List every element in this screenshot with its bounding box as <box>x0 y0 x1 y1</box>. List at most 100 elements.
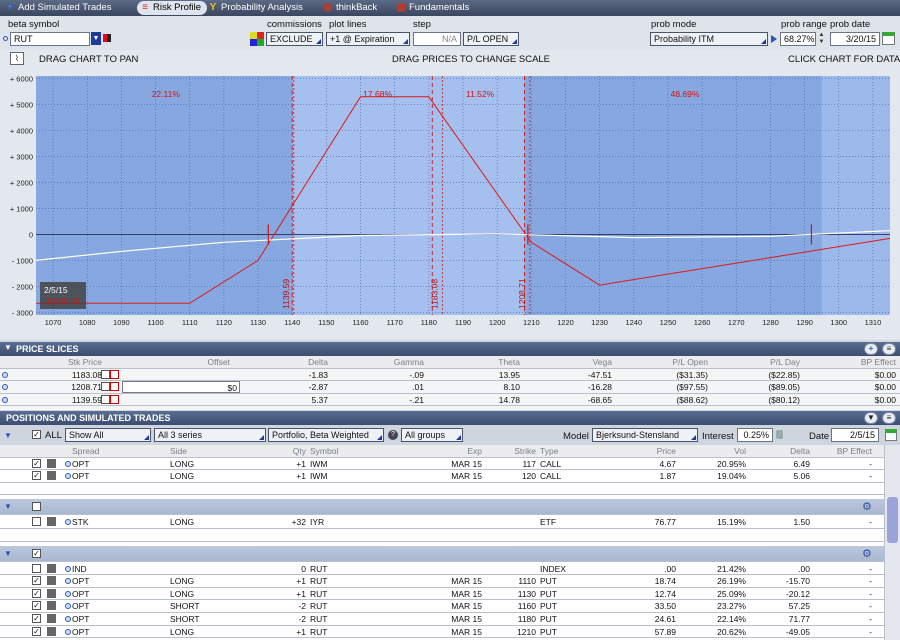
table-cell: 19.04% <box>717 471 746 482</box>
row-color-square[interactable] <box>47 563 56 573</box>
prob-range-stepper[interactable]: ▲ ▼ <box>817 32 826 46</box>
prob-range-input[interactable]: 68.27% <box>780 32 816 46</box>
slice-lock-icon[interactable] <box>101 369 110 379</box>
toolbar-button-risk-profile[interactable]: ≡ Risk Profile <box>137 1 208 15</box>
collapse-icon[interactable]: ▼ <box>4 499 12 515</box>
toolbar-button-probability-analysis[interactable]: Y Probability Analysis <box>205 1 309 15</box>
group-checkbox[interactable]: ✓ <box>32 548 41 558</box>
groups-filter-dropdown[interactable]: All groups <box>401 428 463 442</box>
row-color-square[interactable] <box>47 576 56 586</box>
link-dot-icon[interactable] <box>2 371 8 378</box>
row-checkbox[interactable]: ✓ <box>32 614 41 623</box>
table-row[interactable]: STK LONG +32 IYR ETF 76.77 15.19% 1.50 - <box>0 516 884 529</box>
series-filter-dropdown[interactable]: All 3 series <box>154 428 266 442</box>
table-row[interactable]: IND 0 RUT INDEX .00 21.42% .00 - <box>0 563 884 576</box>
toolbar-button-thinkback[interactable]: ◉ thinkBack <box>320 1 383 15</box>
collapse-icon[interactable]: ▼ <box>4 431 12 440</box>
plot-lines-dropdown[interactable]: +1 @ Expiration <box>326 32 410 46</box>
link-dot-icon[interactable] <box>2 396 8 403</box>
interest-input[interactable]: 0.25% <box>737 428 773 442</box>
row-checkbox[interactable]: ✓ <box>32 601 41 611</box>
beta-symbol-input[interactable]: RUT <box>10 32 90 46</box>
row-color-square[interactable] <box>47 601 56 611</box>
link-dot-icon[interactable] <box>65 628 71 635</box>
step-input[interactable]: N/A <box>413 32 461 46</box>
table-row[interactable]: ✓ OPT SHORT -2 RUT MAR 15 1180 PUT 24.61 22.14% 71… <box>0 613 884 626</box>
link-dot-icon[interactable] <box>65 590 71 597</box>
row-color-square[interactable] <box>47 517 56 527</box>
collapse-icon[interactable]: ▼ <box>4 546 12 562</box>
link-dot-icon[interactable] <box>65 519 71 526</box>
row-checkbox[interactable]: ✓ <box>32 626 41 636</box>
positions-scrollbar[interactable] <box>884 445 900 640</box>
table-row[interactable]: ✓ OPT LONG +1 RUT MAR 15 1110 PUT 18.74 26.19% -15… <box>0 575 884 588</box>
link-dot-icon[interactable] <box>65 603 71 610</box>
row-checkbox[interactable]: ✓ <box>32 588 41 598</box>
slice-color-icon[interactable] <box>110 369 119 379</box>
symbol-dropdown-icon[interactable]: ▼ <box>91 32 101 45</box>
row-checkbox[interactable]: ✓ <box>32 471 41 481</box>
link-dot-icon[interactable] <box>65 616 71 622</box>
info-icon[interactable]: ? <box>388 430 398 440</box>
portfolio-mode-dropdown[interactable]: Portfolio, Beta Weighted <box>268 428 384 442</box>
group-header[interactable]: ▼ ✓ ⚙ <box>0 545 884 562</box>
select-all-checkbox[interactable]: ✓ <box>32 430 41 439</box>
positions-menu-button[interactable]: ≡ <box>882 412 896 424</box>
date-label: Date <box>809 431 830 442</box>
price-slice-row[interactable]: 1208.71 $0 -2.87 .01 8.10 -16.28 ($97.55) ($89.… <box>0 381 900 394</box>
table-row[interactable]: ✓ OPT LONG +1 RUT MAR 15 1210 PUT 57.89 20.62% -49… <box>0 626 884 639</box>
price-slice-row[interactable]: 1183.08 -1.83 -.09 13.95 -47.51 ($31.35) ($22.… <box>0 369 900 382</box>
toolbar-button-add-simulated-trades[interactable]: + Add Simulated Trades <box>2 1 117 15</box>
date-input[interactable]: 2/5/15 <box>831 428 879 442</box>
risk-profile-chart-area[interactable]: 1070 1080 1090 1100 1110 1120 1130 1140 1150 1160… <box>0 68 900 340</box>
risk-profile-chart[interactable]: 1070 1080 1090 1100 1110 1120 1130 1140 1150 1160… <box>0 68 900 340</box>
lock-icon[interactable] <box>776 430 783 439</box>
gear-icon[interactable]: ⚙ <box>862 546 872 562</box>
table-row[interactable]: ✓ OPT LONG +1 RUT MAR 15 1130 PUT 12.74 25.09% -20… <box>0 588 884 601</box>
collapse-icon[interactable]: ▼ <box>4 343 12 352</box>
link-dot-icon[interactable] <box>65 578 71 585</box>
row-color-square[interactable] <box>47 614 56 623</box>
row-color-square[interactable] <box>47 626 56 636</box>
row-color-square[interactable] <box>47 471 56 481</box>
slice-lock-icon[interactable] <box>101 394 110 404</box>
positions-header[interactable]: POSITIONS AND SIMULATED TRADES ▼ ≡ <box>0 411 900 425</box>
color-flag-icon[interactable] <box>103 34 111 42</box>
row-checkbox[interactable] <box>32 563 41 573</box>
group-checkbox[interactable] <box>32 502 41 512</box>
slice-menu-button[interactable]: ≡ <box>882 343 896 355</box>
commissions-dropdown[interactable]: EXCLUDE <box>266 32 323 46</box>
slice-lock-icon[interactable] <box>101 382 110 392</box>
slice-color-icon[interactable] <box>110 394 119 404</box>
row-color-square[interactable] <box>47 458 56 468</box>
prob-date-input[interactable]: 3/20/15 <box>830 32 880 46</box>
row-checkbox[interactable]: ✓ <box>32 576 41 586</box>
prob-mode-dropdown[interactable]: Probability ITM <box>650 32 768 46</box>
chart-style-icon[interactable]: ⌇ <box>10 52 24 65</box>
group-header[interactable]: ▼ ⚙ <box>0 499 884 516</box>
show-filter-dropdown[interactable]: Show All <box>65 428 151 442</box>
calendar-icon[interactable] <box>885 429 897 441</box>
gear-icon[interactable]: ⚙ <box>862 499 872 515</box>
row-checkbox[interactable] <box>32 517 41 527</box>
link-dot-icon[interactable] <box>65 473 71 480</box>
price-slice-row[interactable]: 1139.59 5.37 -.21 14.78 -68.65 ($88.62) ($80.1… <box>0 394 900 407</box>
link-dot-icon[interactable] <box>65 565 71 572</box>
model-dropdown[interactable]: Bjerksund-Stensland <box>592 428 698 442</box>
calendar-icon[interactable] <box>882 32 895 45</box>
color-grid-icon[interactable] <box>250 32 264 46</box>
add-slice-button[interactable]: + <box>864 343 878 355</box>
pl-open-dropdown[interactable]: P/L OPEN <box>463 32 519 46</box>
slice-color-icon[interactable] <box>110 382 119 392</box>
table-row[interactable]: ✓ OPT LONG +1 IWM MAR 15 117 CALL 4.67 20.95% 6.49… <box>0 458 884 471</box>
row-checkbox[interactable]: ✓ <box>32 458 41 468</box>
collapse-all-button[interactable]: ▼ <box>864 412 878 424</box>
link-dot-icon[interactable] <box>65 460 71 467</box>
row-color-square[interactable] <box>47 588 56 598</box>
toolbar-button-fundamentals[interactable]: ▦ Fundamentals <box>393 1 475 15</box>
price-slices-header[interactable]: ▼ PRICE SLICES + ≡ <box>0 342 900 356</box>
table-row[interactable]: ✓ OPT LONG +1 IWM MAR 15 120 CALL 1.87 19.04% 5.06… <box>0 470 884 483</box>
table-row[interactable]: ✓ OPT SHORT -2 RUT MAR 15 1160 PUT 33.50 23.27% 57… <box>0 600 884 613</box>
expand-arrow-icon[interactable] <box>771 35 777 43</box>
scrollbar-thumb[interactable] <box>887 497 898 543</box>
